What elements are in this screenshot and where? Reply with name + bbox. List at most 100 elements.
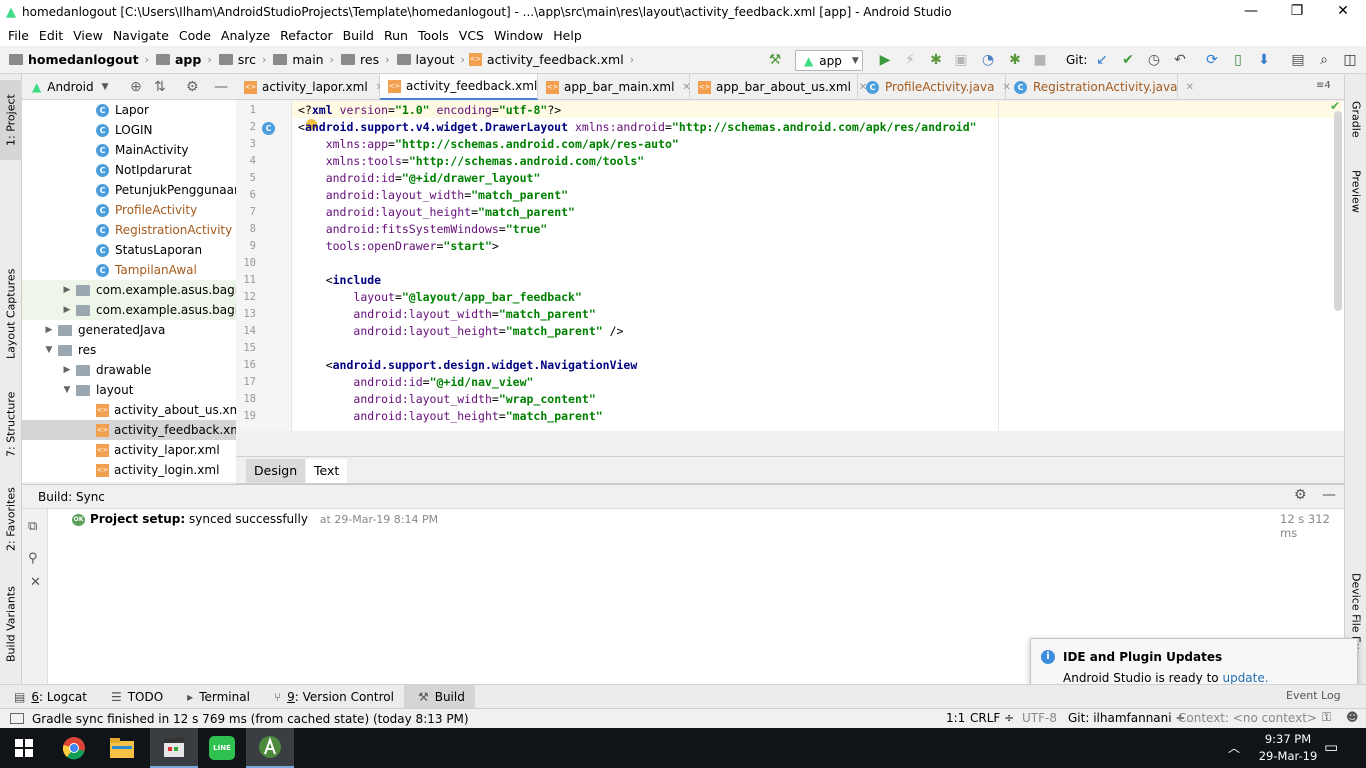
revert-icon[interactable]: ↶ xyxy=(1170,50,1190,70)
tree-item[interactable]: ▼ layout xyxy=(22,380,236,400)
tab-design[interactable]: Design xyxy=(246,459,306,483)
collapse-arrow-icon[interactable]: ▼ xyxy=(58,385,76,395)
media-taskbar-button[interactable] xyxy=(150,728,198,768)
code-line[interactable]: android:id="@+id/drawer_layout" xyxy=(298,170,541,187)
line-separator[interactable]: CRLF ÷ xyxy=(970,711,1014,725)
debug-icon[interactable]: ✱ xyxy=(926,50,946,70)
update-link[interactable]: update. xyxy=(1222,671,1268,685)
tree-item[interactable]: C TampilanAwal xyxy=(22,260,236,280)
context-indicator[interactable]: Context: <no context> xyxy=(1178,711,1317,725)
tree-item[interactable]: C PetunjukPenggunaan xyxy=(22,180,236,200)
editor-tab[interactable]: <> app_bar_main.xml ✕ xyxy=(538,74,691,100)
tool-windows-icon[interactable] xyxy=(10,713,24,724)
gear-icon[interactable]: ⚙ xyxy=(186,79,199,95)
sync-gradle-icon[interactable]: ⟳ xyxy=(1202,50,1222,70)
project-view-select[interactable]: Android xyxy=(47,80,93,94)
bottom-tab[interactable]: ▸ Terminal xyxy=(173,685,260,709)
tree-item[interactable]: <> activity_feedback.xml xyxy=(22,420,236,440)
locate-icon[interactable]: ⊕ xyxy=(130,79,142,95)
vcs-commit-icon[interactable]: ✔ xyxy=(1118,50,1138,70)
tree-item[interactable]: C Lapor xyxy=(22,100,236,120)
vcs-update-icon[interactable]: ↙ xyxy=(1092,50,1112,70)
menu-code[interactable]: Code xyxy=(175,28,217,43)
code-line[interactable]: <include xyxy=(298,272,381,289)
toggle-view-icon[interactable]: ⧉ xyxy=(28,519,37,534)
sdk-manager-icon[interactable]: ⬇ xyxy=(1254,50,1274,70)
tree-item[interactable]: ▶ generatedJava xyxy=(22,320,236,340)
run-config-select[interactable]: ▲ app ▼ xyxy=(795,50,863,71)
file-encoding[interactable]: UTF-8 xyxy=(1022,711,1057,725)
tree-item[interactable]: ▶ com.example.asus.bagiani xyxy=(22,280,236,300)
layout-captures-tab[interactable]: Layout Captures xyxy=(0,264,22,364)
favorites-tool-tab[interactable]: 2: Favorites xyxy=(0,484,22,554)
menu-file[interactable]: File xyxy=(4,28,35,43)
expand-arrow-icon[interactable]: ▶ xyxy=(40,325,58,335)
breadcrumb-main[interactable]: main › xyxy=(270,52,334,67)
editor-scrollbar[interactable] xyxy=(1334,111,1342,311)
start-button[interactable] xyxy=(0,728,48,768)
editor-tab[interactable]: <>activity_feedback.xml✕ xyxy=(380,74,554,100)
hide-icon[interactable]: — xyxy=(1322,487,1336,503)
stop-icon[interactable]: ■ xyxy=(1030,50,1050,70)
menu-tools[interactable]: Tools xyxy=(414,28,455,43)
tree-item[interactable]: C ProfileActivity xyxy=(22,200,236,220)
bottom-tab[interactable]: ▤ 6: Logcat xyxy=(0,685,97,709)
collapse-icon[interactable]: ⇅ xyxy=(154,79,166,95)
tab-text[interactable]: Text xyxy=(306,459,348,483)
expand-arrow-icon[interactable]: ▶ xyxy=(58,285,76,295)
tree-item[interactable]: <> activity_login.xml xyxy=(22,460,236,480)
tree-item[interactable]: ▶ drawable xyxy=(22,360,236,380)
code-line[interactable]: android:layout_width="wrap_content" xyxy=(298,391,595,408)
project-structure-icon[interactable]: ▤ xyxy=(1288,50,1308,70)
code-line[interactable]: android:id="@+id/nav_view" xyxy=(298,374,533,391)
clock-time[interactable]: 9:37 PM xyxy=(1256,732,1320,746)
code-line[interactable]: <android.support.v4.widget.DrawerLayout … xyxy=(298,119,977,136)
tree-item[interactable]: ▶ com.example.asus.bagiani xyxy=(22,300,236,320)
breadcrumb-layout[interactable]: layout › xyxy=(394,52,465,67)
hide-icon[interactable]: — xyxy=(214,79,228,95)
editor-tab[interactable]: C RegistrationActivity.java ✕ xyxy=(1006,74,1194,100)
expand-arrow-icon[interactable]: ▶ xyxy=(58,365,76,375)
run-icon[interactable]: ▶ xyxy=(875,50,895,70)
bottom-tab[interactable]: ☰ TODO xyxy=(97,685,173,709)
menu-refactor[interactable]: Refactor xyxy=(276,28,338,43)
tree-item[interactable]: C LOGIN xyxy=(22,120,236,140)
close-window-button[interactable]: ✕ xyxy=(1320,0,1366,24)
breadcrumb-project[interactable]: homedanlogout › xyxy=(6,52,149,67)
tree-item[interactable]: C MainActivity xyxy=(22,140,236,160)
build-sync-title[interactable]: Build: Sync xyxy=(38,490,105,504)
code-line[interactable]: android:layout_width="match_parent" xyxy=(298,306,595,323)
menu-help[interactable]: Help xyxy=(549,28,588,43)
menu-analyze[interactable]: Analyze xyxy=(217,28,276,43)
project-tool-tab[interactable]: 1: Project xyxy=(0,80,22,160)
close-icon[interactable]: ✕ xyxy=(30,575,41,590)
chevron-down-icon[interactable]: ▼ xyxy=(102,82,109,92)
build-variants-tab[interactable]: Build Variants xyxy=(0,579,22,669)
inspector-icon[interactable]: ☻ xyxy=(1346,710,1359,724)
code-line[interactable]: android:layout_height="match_parent" xyxy=(298,204,575,221)
collapse-arrow-icon[interactable]: ▼ xyxy=(40,345,58,355)
build-message[interactable]: Project setup: synced successfully at 29… xyxy=(90,512,438,526)
expand-arrow-icon[interactable]: ▶ xyxy=(58,305,76,315)
menu-view[interactable]: View xyxy=(69,28,109,43)
tree-item[interactable]: C StatusLaporan xyxy=(22,240,236,260)
close-tab-icon[interactable]: ✕ xyxy=(1186,82,1194,93)
code-line[interactable]: tools:openDrawer="start"> xyxy=(298,238,499,255)
event-log-tab[interactable]: Event Log xyxy=(1286,689,1341,702)
lock-icon[interactable]: ⚿ xyxy=(1322,710,1331,725)
gear-icon[interactable]: ⚙ xyxy=(1294,487,1307,503)
menu-navigate[interactable]: Navigate xyxy=(109,28,175,43)
preview-tool-tab[interactable]: Preview xyxy=(1345,166,1366,216)
ide-icon[interactable]: ◫ xyxy=(1340,50,1360,70)
menu-run[interactable]: Run xyxy=(380,28,414,43)
line-taskbar-button[interactable]: LINE xyxy=(198,728,246,768)
bottom-tab[interactable]: ⑂ 9: Version Control xyxy=(260,685,404,709)
tray-chevron-icon[interactable]: ︿ xyxy=(1228,739,1240,756)
menu-window[interactable]: Window xyxy=(490,28,549,43)
minimize-button[interactable]: — xyxy=(1228,0,1274,24)
editor-tab[interactable]: C ProfileActivity.java ✕ xyxy=(858,74,1011,100)
breadcrumb-res[interactable]: res › xyxy=(338,52,390,67)
git-branch[interactable]: Git: ilhamfannani ÷ xyxy=(1068,711,1185,725)
menu-vcs[interactable]: VCS xyxy=(455,28,490,43)
chrome-taskbar-button[interactable] xyxy=(50,728,98,768)
